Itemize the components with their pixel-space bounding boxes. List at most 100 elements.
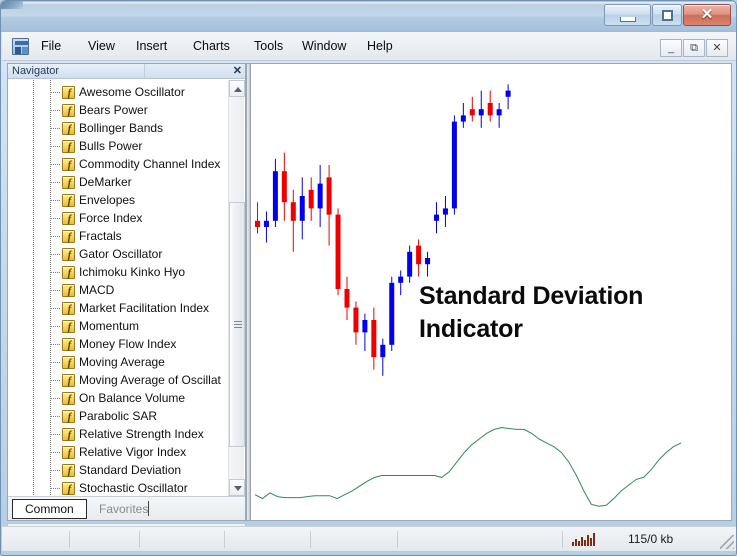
tree-elbow-icon (51, 128, 61, 129)
tree-item-label: Moving Average (79, 355, 165, 369)
tree-elbow-icon (51, 434, 61, 435)
tree-elbow-icon (51, 272, 61, 273)
menu-window[interactable]: Window (296, 37, 352, 56)
candle-body (451, 121, 457, 209)
tree-elbow-icon (51, 254, 61, 255)
tree-item-bollinger-bands[interactable]: f Bollinger Bands (9, 119, 229, 137)
tree-item-macd[interactable]: f MACD (9, 281, 229, 299)
candlestick (263, 211, 269, 243)
chart-window-close-button[interactable]: ✕ (706, 39, 728, 57)
navigator-indicator-tree[interactable]: f Awesome Oscillator f Bears Power f Bollinge… (9, 80, 229, 496)
scroll-down-arrow-icon[interactable] (229, 479, 245, 496)
function-fx-icon: f (62, 446, 75, 459)
function-fx-icon: f (62, 392, 75, 405)
chart-window-minimize-button[interactable]: _ (660, 39, 682, 57)
tree-elbow-icon (51, 146, 61, 147)
tree-item-market-facilitation-index[interactable]: f Market Facilitation Index (9, 299, 229, 317)
menu-file[interactable]: File (35, 37, 67, 56)
tree-elbow-icon (51, 344, 61, 345)
menu-view[interactable]: View (82, 37, 121, 56)
candlestick (290, 189, 296, 252)
signal-bar (587, 535, 589, 546)
tree-item-envelopes[interactable]: f Envelopes (9, 191, 229, 209)
candle-body (299, 196, 305, 221)
candlestick (272, 158, 278, 227)
menu-insert[interactable]: Insert (130, 37, 173, 56)
maximize-icon (662, 10, 673, 21)
window-minimize-button[interactable] (604, 4, 651, 26)
candlestick (505, 84, 511, 110)
tree-item-moving-average[interactable]: f Moving Average (9, 353, 229, 371)
status-bar: 115/0 kb (2, 526, 736, 551)
tree-item-label: Gator Oscillator (79, 247, 163, 261)
tree-item-force-index[interactable]: f Force Index (9, 209, 229, 227)
function-fx-icon: f (62, 374, 75, 387)
fx-glyph: f (67, 339, 72, 351)
tree-item-on-balance-volume[interactable]: f On Balance Volume (9, 389, 229, 407)
tree-item-stochastic-oscillator[interactable]: f Stochastic Oscillator (9, 479, 229, 496)
candle-body (505, 90, 511, 97)
candlestick (326, 165, 332, 246)
candle-body (380, 344, 386, 358)
candlestick (451, 115, 457, 215)
scroll-up-arrow-icon[interactable] (229, 80, 245, 97)
candlestick (434, 202, 439, 234)
fx-glyph: f (67, 465, 72, 477)
tree-item-standard-deviation[interactable]: f Standard Deviation (9, 461, 229, 479)
navigator-panel: Navigator ✕ f Awesome Oscillator f Bears Po… (7, 63, 246, 521)
tree-elbow-icon (51, 164, 61, 165)
function-fx-icon: f (62, 212, 75, 225)
tab-favorites[interactable]: Favorites (86, 499, 161, 519)
tree-item-relative-vigor-index[interactable]: f Relative Vigor Index (9, 443, 229, 461)
tree-item-relative-strength-index[interactable]: f Relative Strength Index (9, 425, 229, 443)
tree-item-money-flow-index[interactable]: f Money Flow Index (9, 335, 229, 353)
signal-bar (572, 542, 574, 546)
window-resize-grip[interactable] (720, 535, 734, 549)
candle-body (478, 109, 484, 116)
tab-common[interactable]: Common (12, 499, 87, 519)
tree-item-bulls-power[interactable]: f Bulls Power (9, 137, 229, 155)
candlestick (380, 338, 386, 376)
navigator-scrollbar[interactable] (228, 80, 245, 496)
minimize-icon (620, 17, 636, 22)
navigator-header: Navigator ✕ (8, 64, 245, 79)
candle-body (442, 208, 448, 215)
tree-item-parabolic-sar[interactable]: f Parabolic SAR (9, 407, 229, 425)
tree-item-commodity-channel-index[interactable]: f Commodity Channel Index (9, 155, 229, 173)
candle-body (326, 177, 332, 215)
candle-body (487, 103, 493, 116)
menu-tools[interactable]: Tools (248, 37, 289, 56)
tree-item-momentum[interactable]: f Momentum (9, 317, 229, 335)
tree-item-gator-oscillator[interactable]: f Gator Oscillator (9, 245, 229, 263)
menu-charts[interactable]: Charts (187, 37, 236, 56)
tree-item-fractals[interactable]: f Fractals (9, 227, 229, 245)
candle-body (335, 214, 341, 289)
candlestick (362, 313, 368, 351)
candle-body (255, 220, 260, 227)
fx-glyph: f (67, 177, 72, 189)
candlestick (478, 90, 484, 128)
function-fx-icon: f (62, 86, 75, 99)
connection-signal-icon[interactable] (572, 533, 598, 546)
candlestick (496, 103, 502, 128)
chart-window[interactable]: Standard Deviation Indicator (246, 63, 732, 521)
scrollbar-thumb[interactable] (229, 202, 245, 447)
window-maximize-button[interactable] (652, 4, 682, 26)
tree-item-bears-power[interactable]: f Bears Power (9, 101, 229, 119)
tree-item-moving-average-of-oscillat[interactable]: f Moving Average of Oscillat (9, 371, 229, 389)
chart-window-restore-button[interactable]: ⧉ (683, 39, 705, 57)
function-fx-icon: f (62, 410, 75, 423)
navigator-close-icon[interactable]: ✕ (233, 64, 242, 78)
tree-item-ichimoku-kinko-hyo[interactable]: f Ichimoku Kinko Hyo (9, 263, 229, 281)
candle-body (434, 214, 439, 221)
candle-body (371, 320, 377, 358)
function-fx-icon: f (62, 122, 75, 135)
function-fx-icon: f (62, 284, 75, 297)
menu-help[interactable]: Help (361, 37, 399, 56)
fx-glyph: f (67, 195, 72, 207)
application-window: ✕ File View Insert Charts Tools Window Help _ … (0, 0, 737, 556)
tree-item-awesome-oscillator[interactable]: f Awesome Oscillator (9, 83, 229, 101)
window-close-button[interactable]: ✕ (683, 4, 731, 26)
app-icon-bar-left (15, 47, 21, 54)
tree-item-demarker[interactable]: f DeMarker (9, 173, 229, 191)
